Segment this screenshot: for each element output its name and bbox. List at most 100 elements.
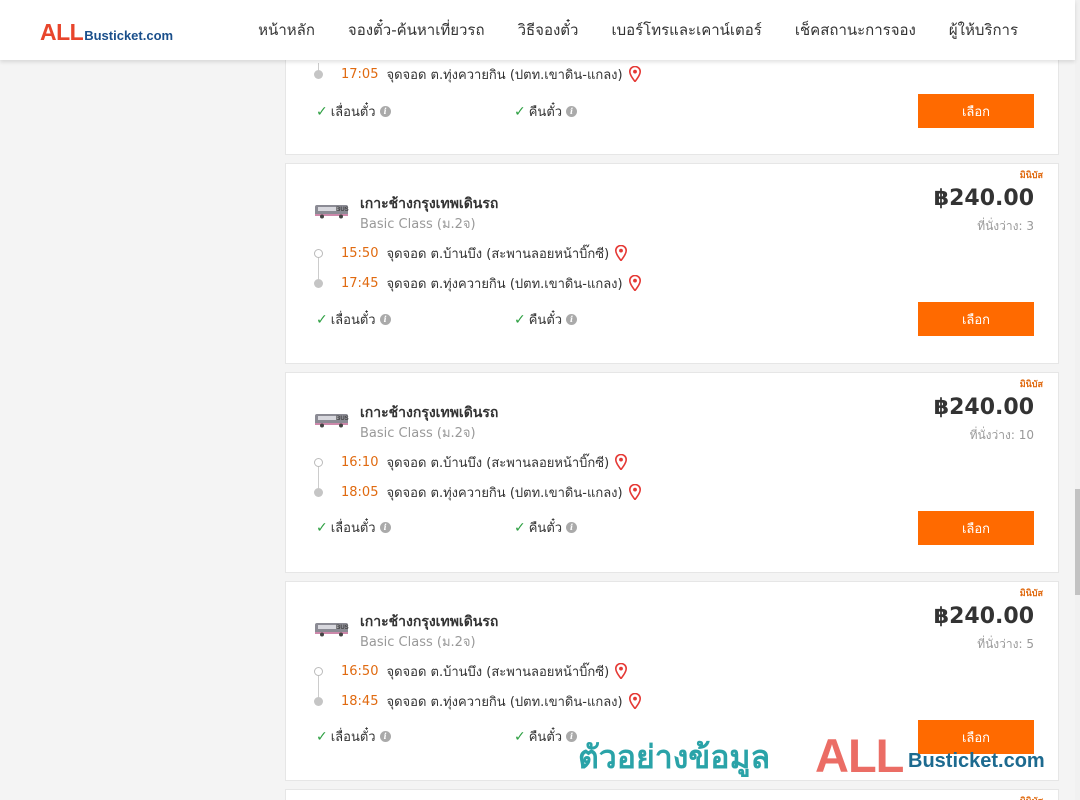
operator-logo-icon: BUS [315,623,349,637]
refund-option: ✓ คืนตั๋ว i [514,517,578,538]
departure-stop: 16:50 จุดจอด ต.บ้านบึง (สะพานลอยหน้าบิ๊ก… [314,662,628,680]
operator-logo-icon: BUS [315,414,349,428]
stop-dot [314,248,323,258]
reschedule-label: เลื่อนตั๋ว [330,313,376,328]
arrival-place: จุดจอด ต.ทุ่งควายกิน (ปตท.เขาดิน-แกลง) [386,694,623,710]
seats-available: ที่นั่งว่าง: 10 [969,428,1034,442]
reschedule-option: ✓ เลื่อนตั๋ว i [316,309,391,330]
select-trip-button[interactable]: เลือก [918,302,1034,336]
arrival-stop: 18:05 จุดจอด ต.ทุ่งควายกิน (ปตท.เขาดิน-แ… [314,483,641,501]
arrival-place: จุดจอด ต.ทุ่งควายกิน (ปตท.เขาดิน-แกลง) [386,485,623,501]
trip-card: มินิบัส [285,789,1059,800]
stop-dot [314,487,323,497]
departure-stop: 15:50 จุดจอด ต.บ้านบึง (สะพานลอยหน้าบิ๊ก… [314,244,628,262]
nav-operators[interactable]: ผู้ให้บริการ [949,18,1018,42]
page-scrollbar[interactable] [1075,0,1080,800]
refund-label: คืนตั๋ว [528,730,563,745]
operator-name: เกาะช้างกรุงเทพเดินรถ [360,196,499,212]
map-pin-icon[interactable] [615,245,628,261]
reschedule-option: ✓ เลื่อนตั๋ว i [316,726,391,747]
info-icon[interactable]: i [566,106,578,117]
nav-how-to-book[interactable]: วิธีจองตั๋ว [518,18,579,42]
stop-dot [314,457,323,467]
nav-phone-counter[interactable]: เบอร์โทรและเคาน์เตอร์ [611,18,761,42]
reschedule-label: เลื่อนตั๋ว [330,105,376,120]
svg-text:BUS: BUS [336,416,349,422]
info-icon[interactable]: i [379,106,391,117]
reschedule-label: เลื่อนตั๋ว [330,730,376,745]
refund-option: ✓ คืนตั๋ว i [514,726,578,747]
info-icon[interactable]: i [379,314,391,325]
info-icon[interactable]: i [566,314,578,325]
info-icon[interactable]: i [379,731,391,742]
arrival-time: 18:45 [341,693,379,709]
departure-place: จุดจอด ต.บ้านบึง (สะพานลอยหน้าบิ๊กซี) [386,664,610,680]
arrival-stop: 17:45 จุดจอด ต.ทุ่งควายกิน (ปตท.เขาดิน-แ… [314,274,641,292]
scrollbar-thumb[interactable] [1075,489,1080,595]
operator-name: เกาะช้างกรุงเทพเดินรถ [360,614,499,630]
check-icon: ✓ [514,728,526,745]
logo-busticket-text: Busticket.com [84,28,174,43]
refund-label: คืนตั๋ว [528,105,563,120]
trip-card: มินิบัส BUS เกาะช้างกรุงเทพเดินรถ Basic … [285,372,1059,573]
departure-stop: 16:10 จุดจอด ต.บ้านบึง (สะพานลอยหน้าบิ๊ก… [314,453,628,471]
operator-logo-icon: BUS [315,205,349,219]
arrival-stop: 17:05 จุดจอด ต.ทุ่งควายกิน (ปตท.เขาดิน-แ… [314,65,641,83]
site-logo[interactable]: ALL Busticket.com [40,19,173,46]
bus-class: Basic Class (ม.2จ) [360,635,476,650]
trip-card: มินิบัส BUS เกาะช้างกรุงเทพเดินรถ Basic … [285,163,1059,364]
svg-text:BUS: BUS [336,207,349,213]
arrival-time: 18:05 [341,484,379,500]
refund-label: คืนตั๋ว [528,313,563,328]
minibus-badge: มินิบัส [1019,171,1043,181]
minibus-badge: มินิบัส [1020,794,1043,800]
ticket-price: ฿240.00 [933,395,1034,420]
ticket-price: ฿240.00 [933,186,1034,211]
bus-class: Basic Class (ม.2จ) [360,217,476,232]
seats-available: ที่นั่งว่าง: 3 [977,219,1034,233]
logo-all-text: ALL [40,19,84,45]
nav-book-search[interactable]: จองตั๋ว-ค้นหาเที่ยวรถ [348,18,485,42]
site-header: ALL Busticket.com หน้าหลัก จองตั๋ว-ค้นหา… [0,0,1075,60]
select-trip-button[interactable]: เลือก [918,511,1034,545]
bus-class: Basic Class (ม.2จ) [360,426,476,441]
select-trip-button[interactable]: เลือก [918,94,1034,128]
info-icon[interactable]: i [379,522,391,533]
arrival-time: 17:45 [341,275,379,291]
stop-dot [314,696,323,706]
map-pin-icon[interactable] [615,663,628,679]
departure-time: 16:50 [341,663,379,679]
map-pin-icon[interactable] [628,484,641,500]
refund-label: คืนตั๋ว [528,521,563,536]
operator-name: เกาะช้างกรุงเทพเดินรถ [360,405,499,421]
main-nav: หน้าหลัก จองตั๋ว-ค้นหาเที่ยวรถ วิธีจองตั… [225,0,1018,60]
info-icon[interactable]: i [566,731,578,742]
select-trip-button[interactable]: เลือก [918,720,1034,754]
trip-card: มินิบัส BUS เกาะช้างกรุงเทพเดินรถ Basic … [285,581,1059,781]
check-icon: ✓ [316,728,328,745]
minibus-badge: มินิบัส [1019,589,1043,599]
nav-check-booking[interactable]: เช็คสถานะการจอง [795,18,916,42]
map-pin-icon[interactable] [628,66,641,82]
check-icon: ✓ [316,103,328,120]
check-icon: ✓ [316,519,328,536]
minibus-badge: มินิบัส [1019,380,1043,390]
refund-option: ✓ คืนตั๋ว i [514,101,578,122]
check-icon: ✓ [316,311,328,328]
map-pin-icon[interactable] [615,454,628,470]
departure-place: จุดจอด ต.บ้านบึง (สะพานลอยหน้าบิ๊กซี) [386,246,610,262]
info-icon[interactable]: i [566,522,578,533]
nav-home[interactable]: หน้าหลัก [258,18,315,42]
map-pin-icon[interactable] [628,693,641,709]
reschedule-option: ✓ เลื่อนตั๋ว i [316,101,391,122]
departure-place: จุดจอด ต.บ้านบึง (สะพานลอยหน้าบิ๊กซี) [386,455,610,471]
departure-time: 16:10 [341,454,379,470]
ticket-price: ฿240.00 [933,604,1034,629]
reschedule-option: ✓ เลื่อนตั๋ว i [316,517,391,538]
arrival-time: 17:05 [341,66,379,82]
reschedule-label: เลื่อนตั๋ว [330,521,376,536]
map-pin-icon[interactable] [628,275,641,291]
seats-available: ที่นั่งว่าง: 5 [977,637,1034,651]
refund-option: ✓ คืนตั๋ว i [514,309,578,330]
check-icon: ✓ [514,103,526,120]
